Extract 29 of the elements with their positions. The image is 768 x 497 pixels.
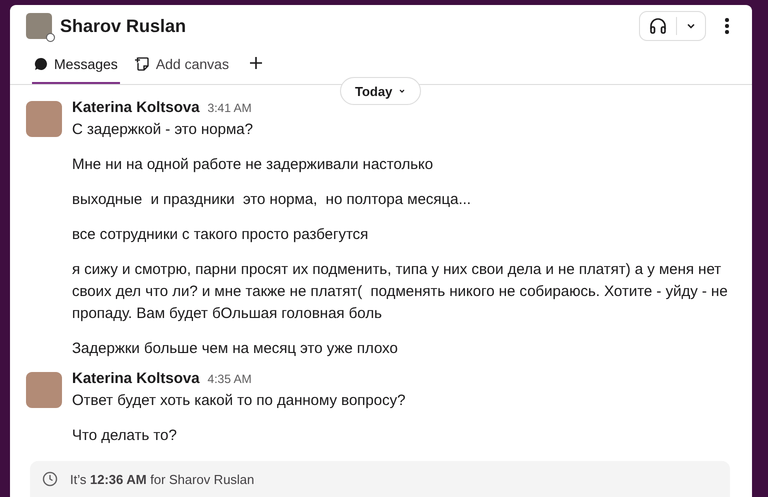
tab[interactable]: Add canvas — [132, 56, 231, 84]
plus-icon[interactable] — [248, 56, 263, 70]
date-divider-button[interactable]: Today — [340, 77, 422, 106]
chevron-down-icon — [398, 87, 406, 96]
canvas-icon — [134, 56, 150, 72]
avatar-photo-placeholder — [26, 101, 62, 138]
message-text: все сотрудники с такого просто разбегутся — [72, 225, 370, 246]
message-text: выходные и праздники это норма, но полтора месяца... — [72, 190, 472, 210]
author-name[interactable]: Katerina Koltsova — [72, 99, 200, 116]
avatar-photo-placeholder — [26, 372, 62, 408]
huddle-button[interactable] — [639, 11, 706, 42]
headphones-icon — [648, 16, 668, 36]
timestamp[interactable]: 4:35 AM — [208, 372, 252, 386]
presence-icon — [46, 33, 55, 42]
message-text: С задержкой - это норма? — [72, 120, 254, 140]
message-text: Ответ будет хоть какой то по данному вопросу? — [72, 391, 406, 412]
clock-icon — [42, 471, 58, 488]
message-text: Задержки больше чем на месяц это уже плохо — [72, 339, 399, 360]
timestamp[interactable]: 3:41 AM — [208, 101, 252, 116]
author-name[interactable]: Katerina Koltsova — [72, 370, 200, 388]
avatar-photo-placeholder — [26, 13, 52, 40]
message-text: Мне ни на одной работе не задерживали настолько — [72, 155, 434, 176]
tab[interactable]: Messages — [32, 56, 120, 84]
message-text: Что делать то? — [72, 426, 178, 446]
message-text: я сижу и смотрю, парни просят их подменить, типа у них свои дела и не платят) а у меня нет своих дел что ли? и мне также не платят( подменять никого не собираюсь. Хотите - уйду - не пропаду. Вам будет бОльшая головная боль — [72, 260, 729, 324]
speech-bubble-icon — [34, 57, 48, 72]
channel-title[interactable]: Sharov Ruslan — [60, 16, 186, 37]
more-options-icon[interactable] — [724, 17, 730, 36]
local-time-text: It’s 12:36 AM for Sharov Ruslan — [70, 472, 254, 487]
